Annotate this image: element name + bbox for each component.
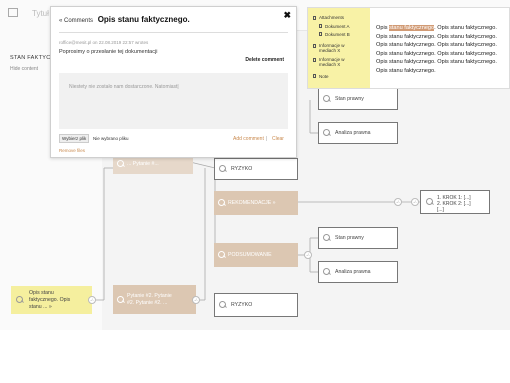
search-icon[interactable] xyxy=(219,165,226,172)
search-icon[interactable] xyxy=(117,295,124,303)
node-stan-prawny-top[interactable]: Stan prawny xyxy=(318,88,398,110)
node-root-opis[interactable]: Opis stanu faktycznego. Opis stanu ... » xyxy=(11,286,92,314)
attachment-doc-b[interactable]: Dokument B xyxy=(325,32,350,37)
search-icon[interactable] xyxy=(16,296,23,303)
node-analiza-prawna-top[interactable]: Analiza prawna xyxy=(318,122,398,144)
page-footer-area xyxy=(0,330,510,383)
search-icon[interactable] xyxy=(219,301,226,308)
comments-dialog: « Comments Opis stanu faktycznego. ✖ rof… xyxy=(50,6,297,158)
attachment-info-1[interactable]: Informacje w mediach X xyxy=(319,43,345,53)
action-divider: | xyxy=(266,136,268,142)
clear-button[interactable]: Clear xyxy=(272,136,284,142)
attachments-header: Attachments xyxy=(319,15,345,20)
node-stan-prawny-mid[interactable]: Stan prawny xyxy=(318,227,398,249)
document-icon xyxy=(319,32,322,36)
back-to-comments-link[interactable]: « Comments xyxy=(59,18,93,24)
comments-title: Opis stanu faktycznego. xyxy=(97,15,190,24)
document-icon xyxy=(319,24,322,28)
attachments-sidebar: Attachments Dokument A Dokument B Inform… xyxy=(308,8,370,88)
search-icon[interactable] xyxy=(323,234,330,241)
node-pytanie-bottom[interactable]: Pytanie #2. Pytanie #2. Pytanie #2. ... xyxy=(113,285,196,314)
choose-file-button[interactable]: Wybierz plik xyxy=(59,134,90,143)
search-icon[interactable] xyxy=(218,199,225,206)
node-ryzyko-top[interactable]: RYZYKO xyxy=(214,158,298,180)
attachment-info-2[interactable]: Informacje w mediach X xyxy=(319,57,345,67)
divider xyxy=(59,32,288,33)
file-status: Nie wybrano pliku xyxy=(93,136,129,141)
search-icon[interactable] xyxy=(218,251,225,258)
search-icon[interactable] xyxy=(323,268,330,275)
node-kroki-list[interactable]: 1. KROK 1: [...] 2. KROK 2: [...] [...] xyxy=(420,190,490,214)
document-icon xyxy=(313,44,316,48)
node-rekomendacje[interactable]: REKOMENDACJE » xyxy=(214,191,298,215)
collapse-marker[interactable]: -/- xyxy=(304,251,312,259)
delete-comment-button[interactable]: Delete comment xyxy=(245,57,284,63)
comment-meta: roffice@mesit.pl on 22.08.2019 22:57 wro… xyxy=(59,40,149,45)
collapse-marker[interactable]: -/- xyxy=(394,198,402,206)
collapse-marker[interactable]: -/- xyxy=(411,198,419,206)
attachment-note[interactable]: Note xyxy=(319,74,329,79)
document-icon xyxy=(313,58,316,62)
node-analiza-prawna-mid[interactable]: Analiza prawna xyxy=(318,261,398,283)
close-icon[interactable]: ✖ xyxy=(283,10,291,21)
highlighted-text: stanu faktycznego xyxy=(389,25,435,31)
collapse-marker[interactable]: -/- xyxy=(88,296,96,304)
remove-files-link[interactable]: Remove files xyxy=(59,148,85,153)
comments-header: « Comments Opis stanu faktycznego. xyxy=(59,15,190,24)
attachments-panel: Attachments Dokument A Dokument B Inform… xyxy=(307,7,510,89)
node-podsumowanie[interactable]: PODSUMOWANIE xyxy=(214,243,298,267)
comment-text: Poprosimy o przesłanie tej dokumentacji xyxy=(59,49,158,55)
attachment-content: Opis stanu faktycznego. Opis stanu fakty… xyxy=(376,25,497,74)
collapse-marker[interactable]: -/- xyxy=(192,296,200,304)
node-ryzyko-bottom[interactable]: RYZYKO xyxy=(214,293,298,317)
attachment-doc-a[interactable]: Dokument A xyxy=(325,24,350,29)
paperclip-icon xyxy=(313,16,316,20)
add-comment-button[interactable]: Add comment xyxy=(233,136,264,142)
comment-textarea[interactable]: Niestety nie zostało nam dostarczone. Na… xyxy=(59,73,288,129)
search-icon[interactable] xyxy=(426,198,433,205)
search-icon[interactable] xyxy=(117,160,124,167)
search-icon[interactable] xyxy=(323,95,330,102)
search-icon[interactable] xyxy=(323,129,330,136)
note-icon xyxy=(313,74,316,78)
